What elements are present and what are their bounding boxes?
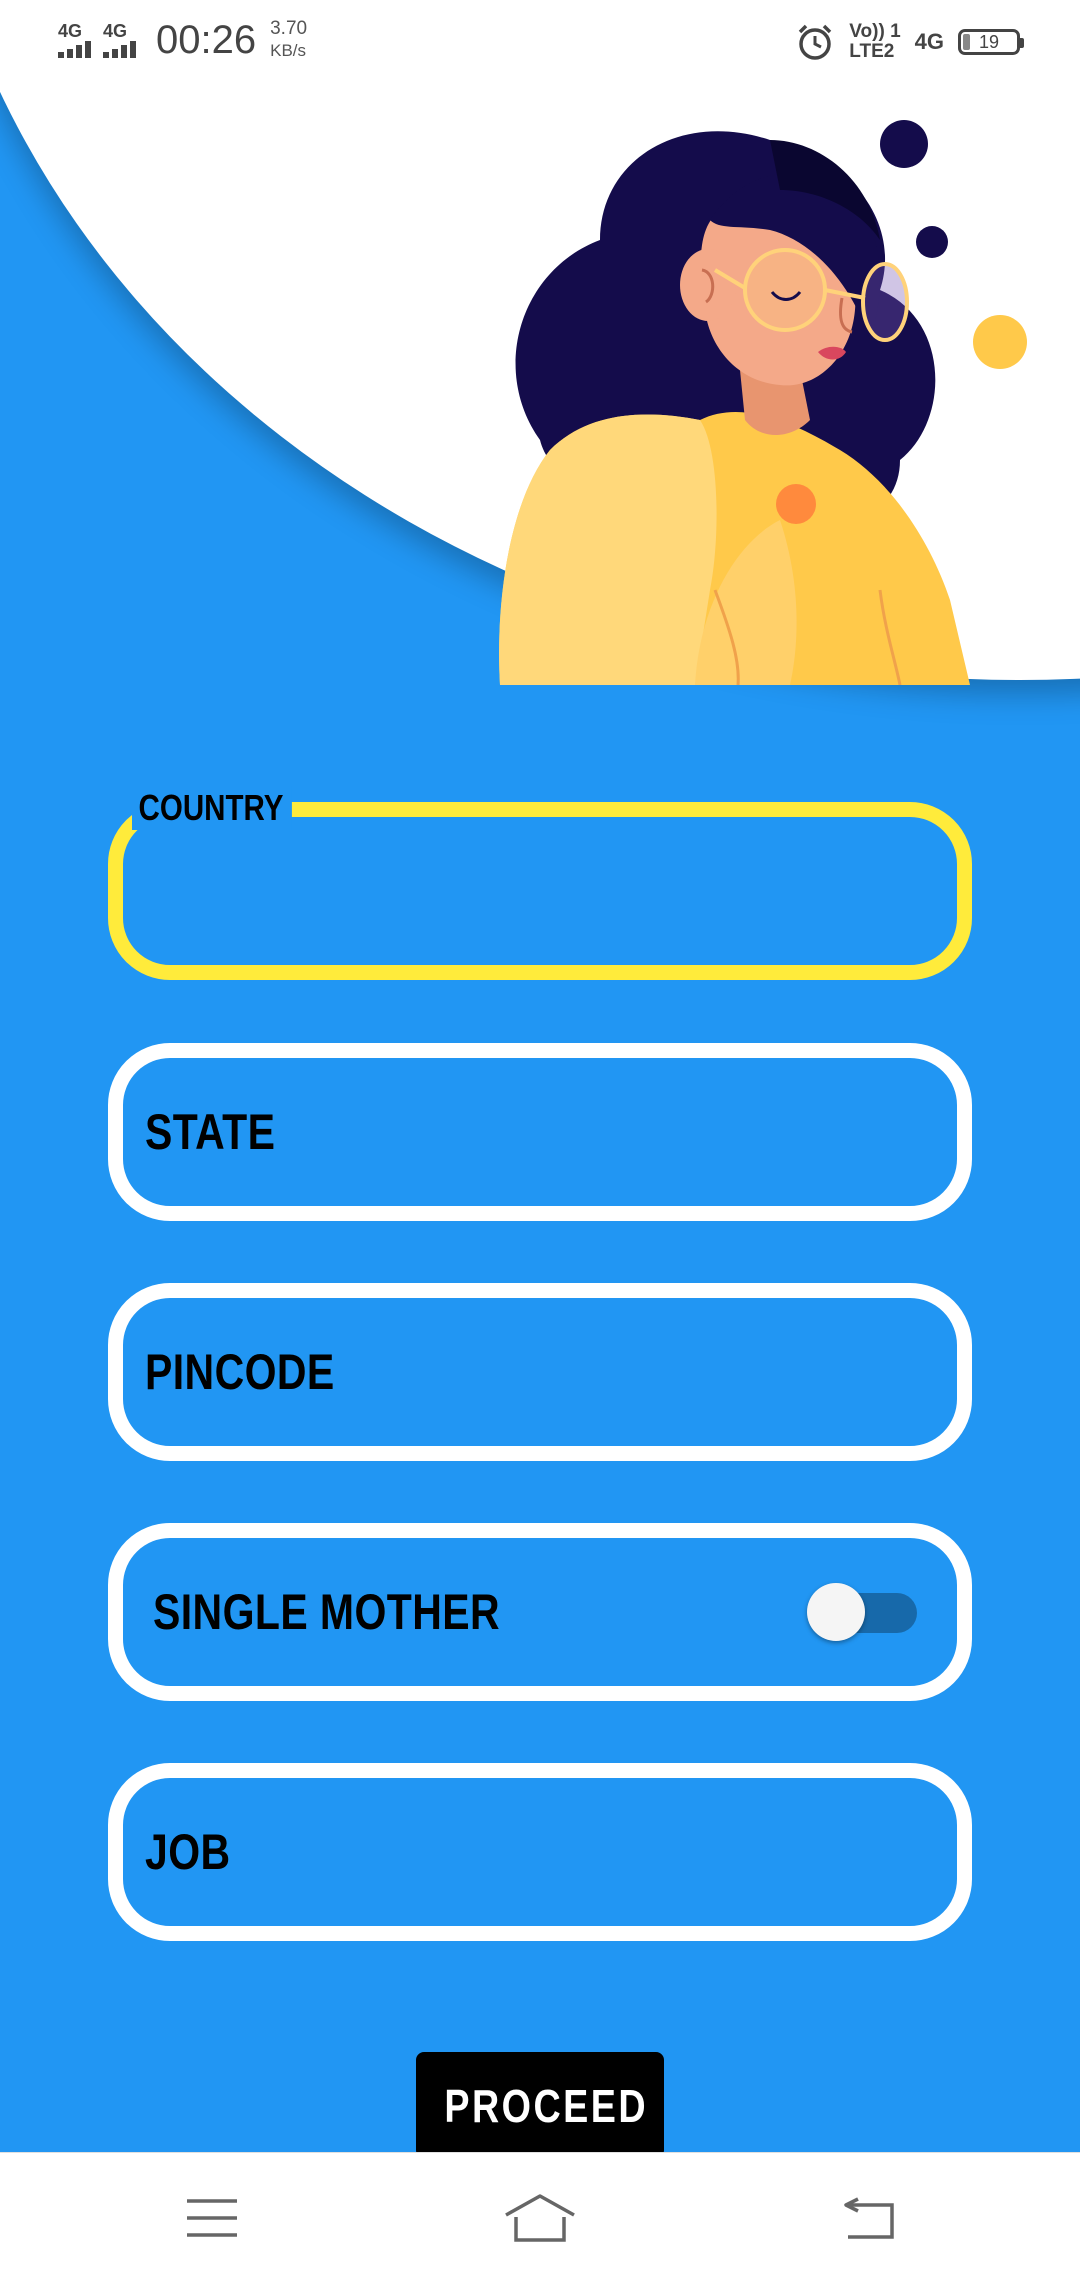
- status-right: Vo)) 1 LTE2 4G 19: [795, 22, 1024, 62]
- back-icon: [844, 2197, 894, 2239]
- status-left: 4G 4G 00:26 3.70 KB/s: [58, 16, 307, 64]
- volte-line2: LTE2: [849, 41, 895, 62]
- single-mother-field: SINGLE MOTHER: [108, 1523, 972, 1701]
- network-label: 4G: [103, 21, 128, 41]
- proceed-label: PROCEED: [444, 2080, 649, 2132]
- country-input[interactable]: [143, 847, 937, 935]
- state-label: STATE: [145, 1104, 276, 1160]
- clock: 00:26: [156, 18, 257, 62]
- pincode-field[interactable]: PINCODE: [108, 1283, 972, 1461]
- proceed-button[interactable]: PROCEED: [416, 2052, 664, 2152]
- job-field[interactable]: JOB: [108, 1763, 972, 1941]
- battery-level: 19: [978, 32, 1000, 52]
- speed-unit: KB/s: [270, 41, 307, 60]
- navigation-bar: [0, 2152, 1080, 2280]
- single-mother-label: SINGLE MOTHER: [153, 1584, 501, 1640]
- country-label: COUNTRY: [132, 786, 292, 830]
- menu-button[interactable]: [172, 2183, 252, 2253]
- home-icon: [505, 2194, 575, 2242]
- network-speed: 3.70 KB/s: [270, 18, 307, 62]
- signal-icon: 4G: [58, 22, 91, 58]
- home-button[interactable]: [500, 2183, 580, 2253]
- network-label: 4G: [58, 21, 83, 41]
- speed-value: 3.70: [270, 18, 308, 39]
- menu-icon: [187, 2199, 237, 2237]
- network-right: 4G: [914, 29, 944, 54]
- job-label: JOB: [145, 1824, 231, 1880]
- battery-icon: 19: [958, 29, 1024, 55]
- volte-line1: Vo)) 1: [849, 21, 901, 42]
- pincode-label: PINCODE: [145, 1344, 335, 1400]
- alarm-icon: [799, 24, 832, 60]
- woman-illustration: [499, 120, 1027, 685]
- single-mother-toggle[interactable]: [807, 1583, 917, 1641]
- toggle-thumb: [807, 1583, 865, 1641]
- volte-indicator: Vo)) 1 LTE2: [849, 22, 900, 62]
- state-field[interactable]: STATE: [108, 1043, 972, 1221]
- back-button[interactable]: [830, 2183, 910, 2253]
- app-screen: 4G 4G 00:26 3.70 KB/s Vo)) 1 LTE2 4G 19 …: [0, 0, 1080, 2152]
- status-bar: 4G 4G 00:26 3.70 KB/s Vo)) 1 LTE2 4G 19: [0, 0, 1080, 80]
- signal-icon: 4G: [103, 22, 136, 58]
